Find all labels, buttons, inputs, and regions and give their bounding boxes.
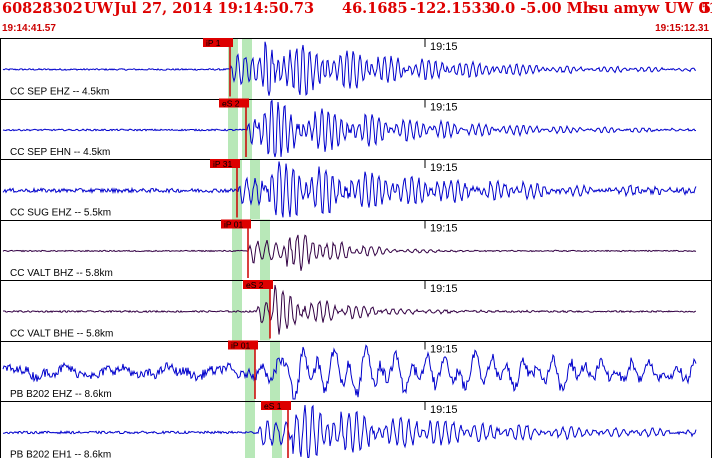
pick-window-band [250, 159, 260, 220]
station-channel-label: CC SUG EHZ -- 5.5km [10, 208, 111, 219]
waveform-trace[interactable] [2, 234, 697, 271]
station-channel-label: PB B202 EH1 -- 8.6km [10, 450, 111, 458]
pick-window-band [232, 280, 242, 341]
station-channel-label: CC VALT BHE -- 5.8km [10, 329, 113, 340]
seismogram-panel[interactable]: 19:15 iP 1 CC SEP EHZ -- 4.5km 19:15 eS 2 CC … [0, 0, 712, 458]
phase-pick-label: iP 01 [231, 341, 250, 351]
phase-pick-label: eS 2 [222, 99, 240, 109]
time-tick-label: 19:15 [430, 223, 458, 235]
station-channel-label: PB B202 EHZ -- 8.6km [10, 389, 112, 400]
time-tick-label: 19:15 [430, 162, 458, 174]
pick-window-band [245, 401, 255, 458]
station-channel-label: CC SEP EHZ -- 4.5km [10, 87, 109, 98]
time-tick-label: 19:15 [430, 41, 458, 53]
time-tick-label: 19:15 [430, 344, 458, 356]
waveform-trace[interactable] [3, 284, 697, 335]
phase-pick-label: iP 1 [206, 38, 221, 48]
phase-pick-label: iP 31 [213, 159, 232, 169]
station-channel-label: CC SEP EHN -- 4.5km [10, 147, 110, 158]
time-tick-label: 19:15 [430, 283, 458, 295]
phase-pick-label: eS 1 [264, 401, 282, 411]
time-tick-label: 19:15 [430, 404, 458, 416]
phase-pick-label: eS 2 [246, 280, 264, 290]
time-tick-label: 19:15 [430, 102, 458, 114]
station-channel-label: CC VALT BHZ -- 5.8km [10, 268, 113, 279]
phase-pick-label: iP 01 [224, 220, 243, 230]
